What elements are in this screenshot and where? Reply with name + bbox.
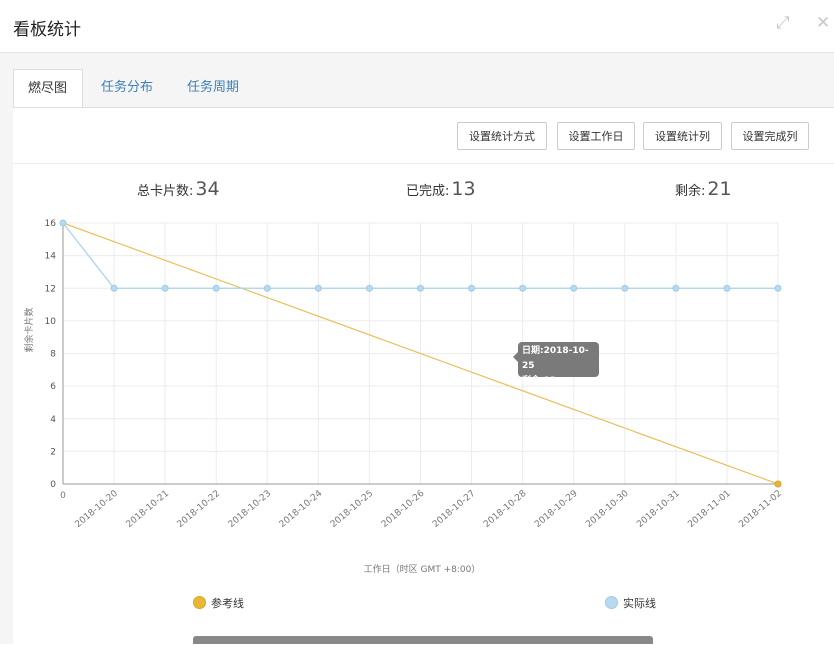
actual-point [774,284,782,292]
actual-point [417,284,424,292]
burndown-chart: 02468101214160 2018-10-20 2018-10-21 2018-1… [23,219,784,575]
chart-tooltip: 日期:2018-10-25 剩余:12 [513,342,599,386]
actual-point [161,284,169,292]
x-tick-label: 2018-10-27 [431,489,478,530]
x-tick-label: 2018-10-25 [329,489,376,530]
y-tick-label: 0 [50,480,56,490]
actual-point [110,284,118,292]
legend-actual[interactable]: 实际线 [605,595,656,611]
y-tick-label: 6 [50,382,56,392]
actual-point [468,284,476,292]
actual-point [621,284,629,292]
y-tick-label: 16 [45,219,57,229]
actual-point [519,284,527,292]
reference-point [774,480,782,488]
x-tick-label: 2018-10-20 [73,488,120,529]
x-tick-label: 2018-10-30 [584,488,631,529]
x-axis-label: 工作日（时区 GMT +8:00） [364,563,481,575]
y-tick-label: 12 [45,284,56,294]
y-tick-label: 10 [45,317,57,327]
y-tick-label: 4 [50,415,56,425]
x-tick-label: 2018-10-22 [176,489,223,530]
legend-reference-swatch [193,596,206,609]
actual-point [723,284,731,292]
actual-point [570,284,578,292]
x-tick-label: 2018-10-26 [380,488,427,529]
legend-actual-swatch [605,596,618,609]
tooltip-date: 日期:2018-10-25 [522,346,589,371]
legend-reference[interactable]: 参考线 [193,595,244,611]
tooltip-remaining: 剩余:12 [522,376,557,386]
x-tick-label: 2018-10-24 [278,488,325,529]
bottom-scroll-bar[interactable] [193,636,653,644]
actual-point [365,284,373,292]
y-tick-label: 8 [50,350,56,360]
y-tick-label: 2 [50,447,56,457]
x-tick-label: 2018-10-23 [227,489,274,530]
y-tick-label: 14 [45,252,57,262]
actual-point [263,284,271,292]
actual-point [314,284,322,292]
x-tick-label: 2018-10-28 [482,488,529,529]
x-tick-label: 2018-11-01 [686,489,733,530]
x-tick-label: 2018-10-31 [635,489,682,530]
x-tick-label: 0 [60,491,66,501]
legend-reference-label: 参考线 [211,597,244,610]
x-tick-label: 2018-10-21 [125,489,172,530]
actual-point [212,284,220,292]
x-tick-label: 2018-10-29 [533,488,580,529]
legend-actual-label: 实际线 [623,597,656,610]
actual-point [672,284,680,292]
y-axis-label: 剩余卡片数 [23,307,35,352]
actual-point [59,219,67,227]
x-tick-label: 2018-11-02 [737,489,784,530]
